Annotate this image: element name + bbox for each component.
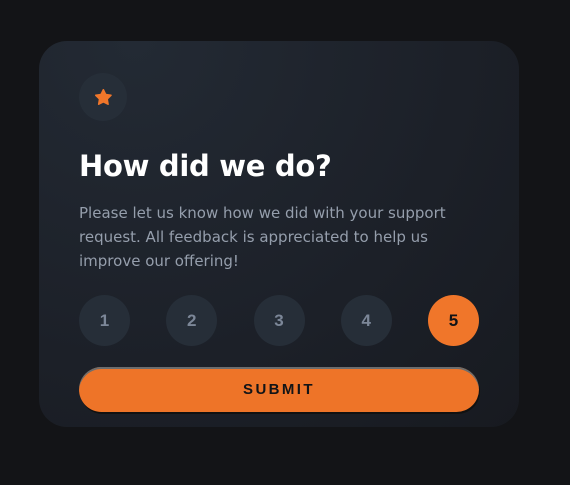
card-title: How did we do? bbox=[79, 149, 332, 183]
star-icon bbox=[94, 89, 112, 105]
rating-button-5[interactable]: 5 bbox=[428, 295, 479, 346]
submit-button[interactable]: SUBMIT bbox=[79, 367, 479, 412]
rating-button-4[interactable]: 4 bbox=[340, 295, 392, 346]
card-description: Please let us know how we did with your … bbox=[79, 204, 446, 270]
rating-options: 1 2 3 4 5 bbox=[79, 295, 479, 346]
rating-button-3[interactable]: 3 bbox=[253, 295, 305, 346]
rating-button-2[interactable]: 2 bbox=[166, 295, 218, 346]
rating-button-1[interactable]: 1 bbox=[79, 295, 130, 346]
rating-card: How did we do? Please let us know how we… bbox=[39, 41, 519, 427]
star-badge bbox=[79, 73, 127, 121]
